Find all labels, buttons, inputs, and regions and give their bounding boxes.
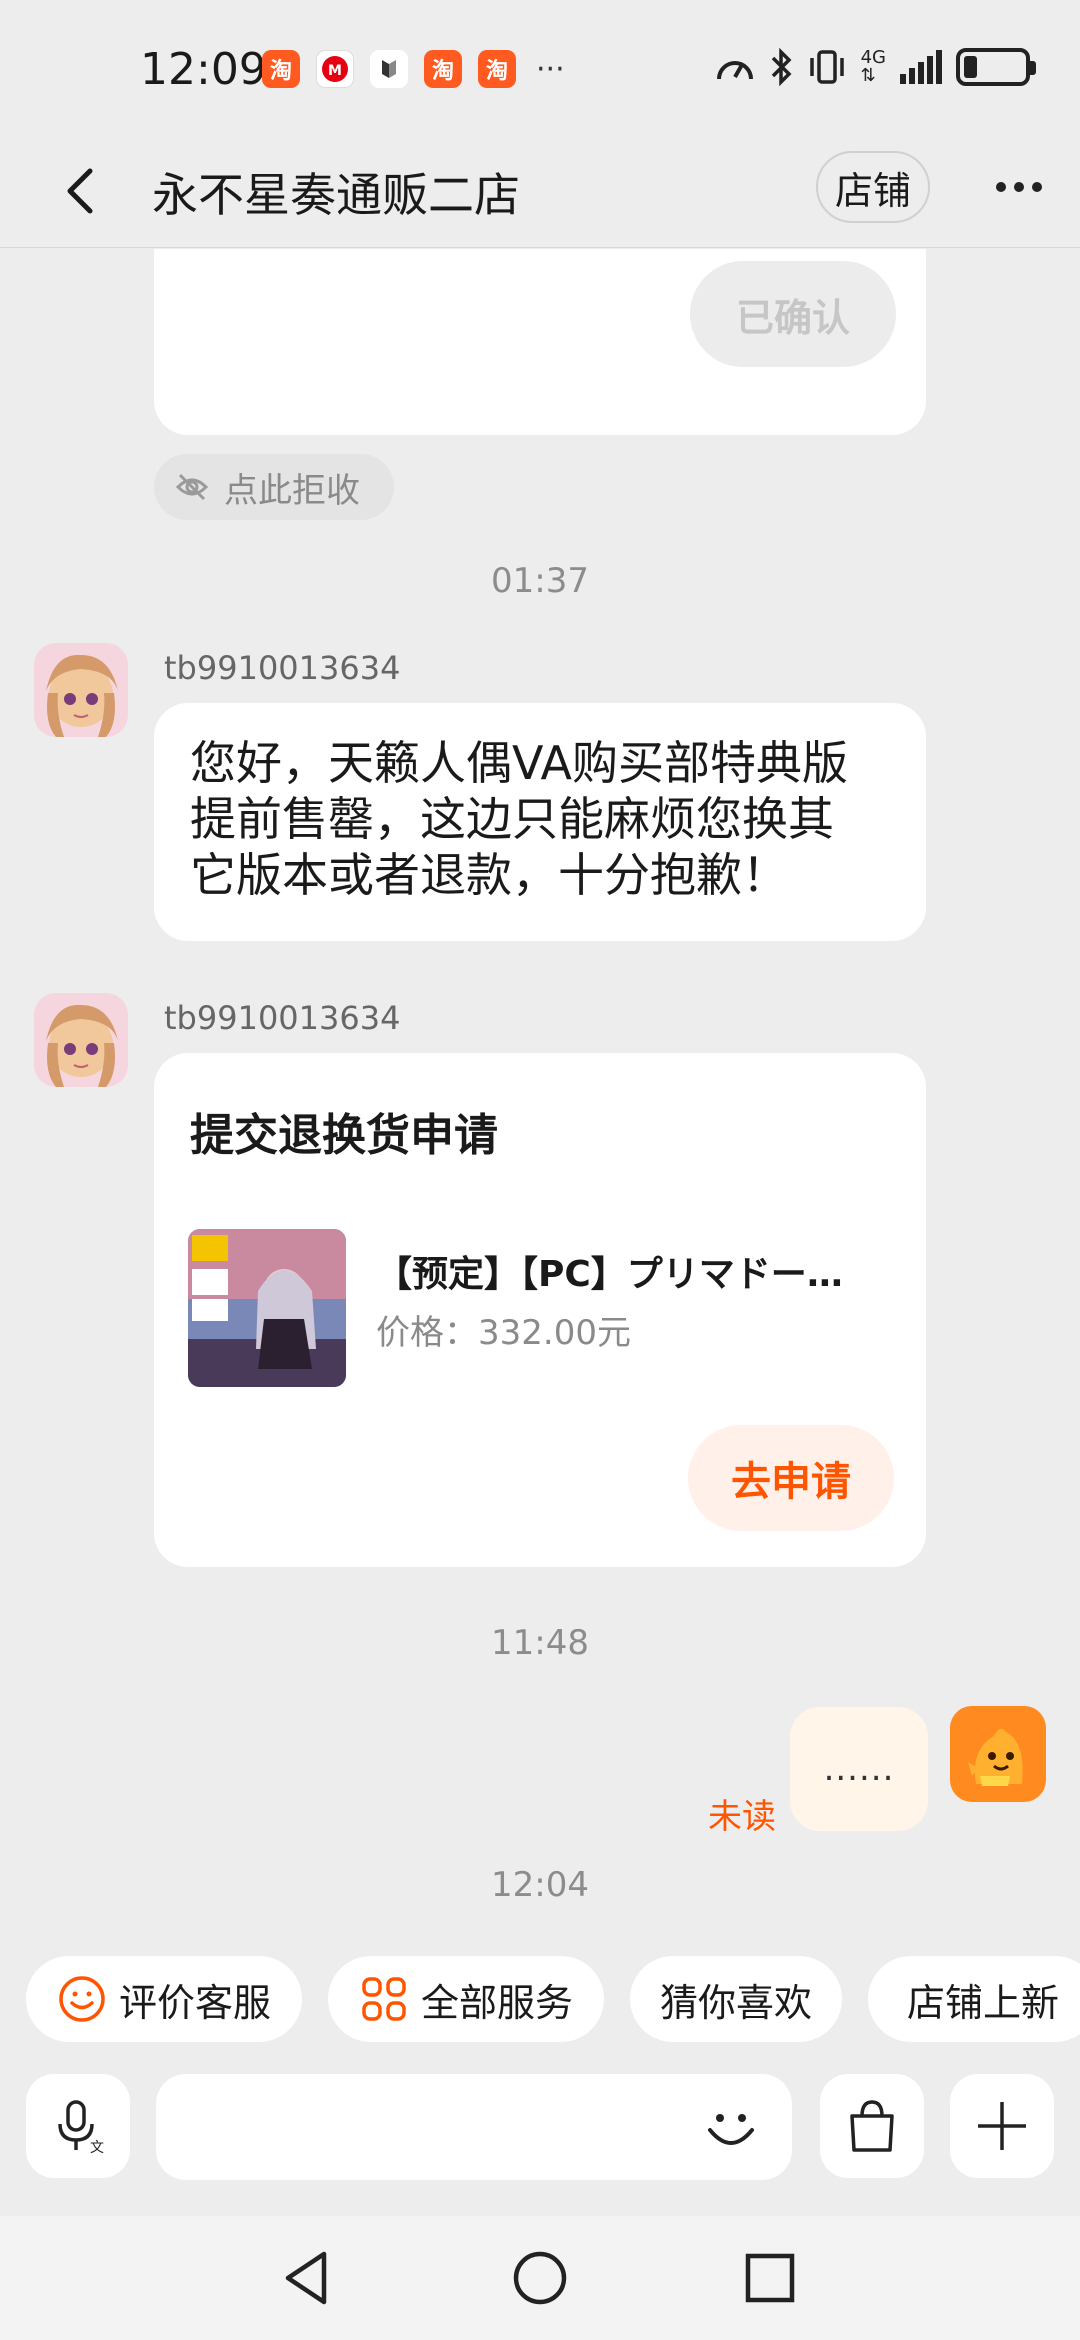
unread-status: 未读 <box>708 1797 776 1837</box>
anime-girl-avatar-icon <box>34 643 128 737</box>
chip-label: 全部服务 <box>420 1980 573 2025</box>
game-cover-image <box>188 1229 346 1387</box>
message-input-bar: 文 <box>0 2074 1080 2180</box>
vibrate-icon <box>809 50 844 84</box>
reject-chip-label: 点此拒收 <box>224 470 360 511</box>
chip-shop-new[interactable]: 店铺上新 <box>868 1956 1080 2042</box>
status-time: 12:09 <box>140 44 267 95</box>
product-image[interactable] <box>188 1229 346 1387</box>
more-notifications-icon: ··· <box>536 51 565 87</box>
more-options-button[interactable] <box>984 157 1054 217</box>
status-bar: 12:09 淘 M 淘 淘 ··· 4G ⇅ <box>0 0 1080 135</box>
chat-screen: 12:09 淘 M 淘 淘 ··· 4G ⇅ 永不星奏通贩二店 店铺 已确认 点… <box>0 0 1080 2340</box>
chip-guess-you-like[interactable]: 猜你喜欢 <box>630 1956 842 2042</box>
chip-label: 评价客服 <box>118 1980 271 2025</box>
eye-off-icon <box>175 473 209 501</box>
taobao-icon: 淘 <box>262 50 300 88</box>
nav-recents-button[interactable] <box>734 2242 806 2314</box>
taobao-icon: 淘 <box>478 50 516 88</box>
message-text: 您好，天籁人偶VA购买部特典版提前售罄，这边只能麻烦您换其它版本或者退款，十分抱… <box>190 736 848 902</box>
station-icon: M <box>316 50 354 88</box>
nav-back-button[interactable] <box>272 2242 344 2314</box>
sender-name: tb9910013634 <box>164 649 401 687</box>
battery-level <box>964 56 977 78</box>
message-timestamp: 01:37 <box>491 561 589 601</box>
taobao-icon: 淘 <box>424 50 462 88</box>
hm-icon <box>370 50 408 88</box>
more-actions-button[interactable] <box>950 2074 1054 2178</box>
svg-text:文: 文 <box>90 2140 104 2156</box>
signal-icon <box>900 50 942 84</box>
reject-delivery-chip[interactable]: 点此拒收 <box>154 454 394 520</box>
apply-button[interactable]: 去申请 <box>688 1425 894 1531</box>
shopping-bag-button[interactable] <box>820 2074 924 2178</box>
emoji-icon[interactable] <box>698 2094 764 2160</box>
battery-icon <box>956 48 1036 86</box>
system-nav-bar <box>0 2216 1080 2340</box>
services-grid-icon <box>362 1977 406 2021</box>
chat-messages[interactable]: 已确认 点此拒收 01:37 tb9910013634 您好，天籁人偶VA购买部… <box>0 249 1080 1939</box>
nav-home-icon <box>513 2251 567 2305</box>
notification-icons: 淘 M 淘 淘 ··· <box>262 50 565 88</box>
chip-label: 店铺上新 <box>906 1980 1059 2025</box>
avatar[interactable] <box>34 643 128 737</box>
chip-rate-service[interactable]: 评价客服 <box>26 1956 302 2042</box>
bluetooth-icon <box>771 48 792 86</box>
network-type: 4G ⇅ <box>860 47 886 86</box>
nav-home-button[interactable] <box>504 2242 576 2314</box>
dot-icon <box>1014 182 1024 192</box>
message-bubble[interactable]: 您好，天籁人偶VA购买部特典版提前售罄，这边只能麻烦您换其它版本或者退款，十分抱… <box>154 703 926 941</box>
back-button[interactable] <box>50 159 114 223</box>
message-input[interactable] <box>156 2074 792 2180</box>
anime-girl-avatar-icon <box>34 993 128 1087</box>
confirmed-button[interactable]: 已确认 <box>690 261 896 367</box>
message-timestamp: 12:04 <box>491 1865 589 1905</box>
speed-icon <box>716 61 753 80</box>
product-price: 价格：332.00元 <box>376 1313 631 1353</box>
chevron-left-icon <box>67 168 93 214</box>
shopping-bag-icon <box>850 2100 894 2152</box>
chat-header: 永不星奏通贩二店 店铺 <box>0 135 1080 248</box>
dot-icon <box>996 182 1006 192</box>
svg-text:M: M <box>328 63 342 79</box>
avatar[interactable] <box>34 993 128 1087</box>
chip-all-services[interactable]: 全部服务 <box>328 1956 604 2042</box>
my-avatar[interactable] <box>950 1706 1046 1802</box>
page-title: 永不星奏通贩二店 <box>152 168 520 222</box>
confirm-card: 已确认 <box>154 249 926 435</box>
chip-label: 猜你喜欢 <box>659 1980 812 2025</box>
voice-input-button[interactable]: 文 <box>26 2074 130 2178</box>
my-message-bubble[interactable]: ...... <box>790 1707 928 1831</box>
smile-icon <box>59 1976 105 2022</box>
sender-name: tb9910013634 <box>164 999 401 1037</box>
nav-back-icon <box>285 2251 327 2305</box>
voice-translate-icon: 文 <box>58 2100 104 2156</box>
return-request-card[interactable]: 提交退换货申请 【预定】【PC】プリマドー... 价格：332.00元 去申请 <box>154 1053 926 1567</box>
dot-icon <box>1032 182 1042 192</box>
shop-button[interactable]: 店铺 <box>816 151 930 223</box>
quick-service-chips: 评价客服 全部服务 猜你喜欢 店铺上新 <box>0 1956 1080 2046</box>
system-icons: 4G ⇅ <box>715 47 1036 86</box>
message-timestamp: 11:48 <box>491 1623 589 1663</box>
card-title: 提交退换货申请 <box>190 1110 498 1161</box>
plus-icon <box>978 2102 1026 2150</box>
nav-recents-icon <box>745 2253 795 2303</box>
product-name[interactable]: 【预定】【PC】プリマドー... <box>376 1245 846 1297</box>
orange-mascot-avatar-icon <box>950 1706 1046 1802</box>
